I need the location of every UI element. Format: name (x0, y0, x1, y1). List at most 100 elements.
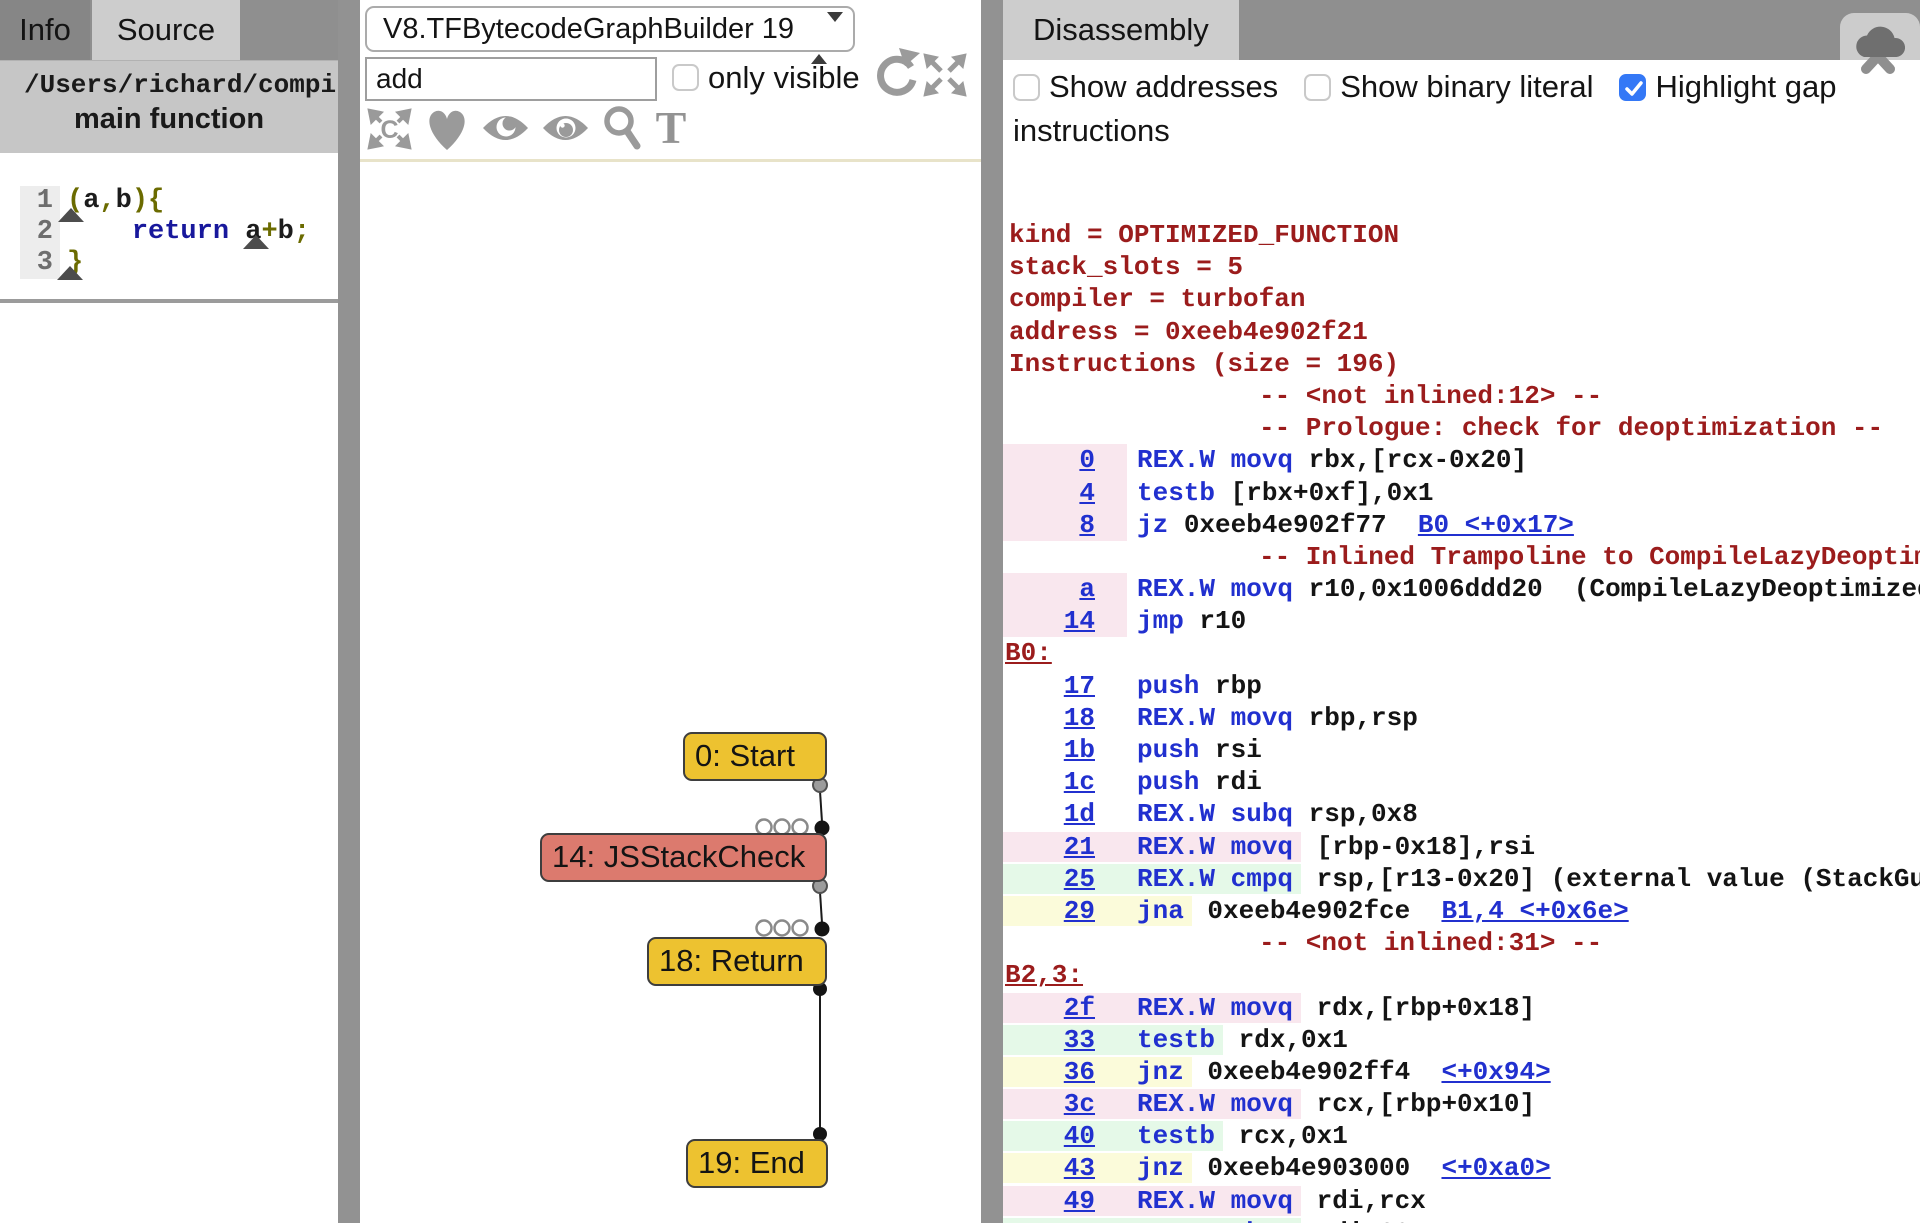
asm-line: 49REX.W movq rdi,rcx (1003, 1185, 1920, 1217)
reload-graph-icon[interactable] (872, 46, 920, 105)
toolbar-separator (360, 159, 981, 162)
block-label[interactable]: B0: (1003, 638, 1052, 668)
instruction-offset[interactable]: 0 (1079, 445, 1095, 475)
option-show-binary-literal[interactable]: Show binary literal (1304, 69, 1593, 104)
asm-line: 43jnz 0xeeb4e903000 <+0xa0> (1003, 1152, 1920, 1184)
asm-line: 17 push rbp (1003, 670, 1920, 702)
branch-target-link[interactable]: <+0xa0> (1441, 1153, 1550, 1183)
source-panel: Info Source /Users/richard/compil main f… (0, 0, 338, 1223)
instruction-offset[interactable]: 25 (1064, 864, 1095, 894)
source-header: /Users/richard/compil main function (0, 60, 338, 153)
graph-node-end[interactable]: 19: End (686, 1139, 828, 1188)
instruction-operands: [rbp-0x18],rsi (1301, 832, 1535, 862)
asm-line: stack_slots = 5 (1003, 251, 1920, 283)
source-function-label: main function (0, 103, 338, 136)
asm-line: B0: (1003, 637, 1920, 669)
instruction-offset[interactable]: 17 (1064, 671, 1095, 701)
toggle-types-icon[interactable]: T (655, 107, 687, 156)
instruction-operands: [rbx+0xf],0x1 (1215, 478, 1433, 508)
pane-resizer-left[interactable] (338, 0, 360, 1223)
instruction-mnemonic: REX.W movq (1137, 993, 1293, 1023)
graph-node-return[interactable]: 18: Return (647, 937, 827, 986)
phase-select[interactable]: V8.TFBytecodeGraphBuilder 19 (365, 6, 855, 52)
instruction-mnemonic: jmp (1137, 606, 1184, 636)
instruction-mnemonic: push (1137, 671, 1199, 701)
instruction-offset[interactable]: a (1079, 574, 1095, 604)
only-visible-checkbox[interactable] (672, 64, 699, 91)
source-view-divider (0, 299, 338, 303)
graph-node-jsstackcheck[interactable]: 14: JSStackCheck (540, 833, 827, 882)
asm-line: 8jz 0xeeb4e902f77 B0 <+0x17> (1003, 509, 1920, 541)
checkbox-icon[interactable] (1304, 74, 1331, 101)
checkbox-icon[interactable] (1619, 74, 1646, 101)
asm-line: 40testb rcx,0x1 (1003, 1120, 1920, 1152)
source-position-marker (57, 266, 83, 280)
instruction-offset[interactable]: 1d (1064, 799, 1095, 829)
right-tabbar: Disassembly (1003, 0, 1920, 60)
asm-line: 33testb rdx,0x1 (1003, 1024, 1920, 1056)
instruction-operands: rsp,0x8 (1293, 799, 1418, 829)
hide-unselected-icon[interactable] (542, 113, 589, 150)
instruction-operands: rdx,0x1 (1223, 1025, 1348, 1055)
instruction-operands: r10,0x1006ddd20 (CompileLazyDeoptimizedC… (1293, 574, 1920, 604)
instruction-offset[interactable]: 14 (1064, 606, 1095, 636)
instruction-offset[interactable]: 49 (1064, 1186, 1095, 1216)
zoom-selection-icon[interactable] (602, 106, 642, 157)
instruction-offset[interactable]: 29 (1064, 896, 1095, 926)
asm-line: 1cpush rdi (1003, 766, 1920, 798)
source-line-text: return a+b; (67, 217, 310, 248)
asm-line: compiler = turbofan (1003, 283, 1920, 315)
asm-line: address = 0xeeb4e902f21 (1003, 316, 1920, 348)
graph-edges (360, 0, 981, 1223)
instruction-mnemonic: REX.W movq (1137, 445, 1293, 475)
instruction-offset[interactable]: 36 (1064, 1057, 1095, 1087)
instruction-mnemonic: REX.W shrq (1137, 1218, 1293, 1223)
tab-info[interactable]: Info (0, 0, 90, 60)
pane-resizer-right[interactable] (981, 0, 1003, 1223)
instruction-offset[interactable]: 21 (1064, 832, 1095, 862)
instruction-operands: rdi,rcx (1301, 1186, 1426, 1216)
instruction-offset[interactable]: 43 (1064, 1153, 1095, 1183)
block-label[interactable]: B2,3: (1003, 960, 1083, 990)
option-show-addresses[interactable]: Show addresses (1013, 69, 1278, 104)
instruction-mnemonic: push (1137, 735, 1199, 765)
instruction-offset[interactable]: 3c (1064, 1089, 1095, 1119)
instruction-operands: 0xeeb4e902f77 (1168, 510, 1386, 540)
instruction-operands: rbx,[rcx-0x20] (1293, 445, 1527, 475)
expand-graph-icon[interactable] (921, 52, 969, 103)
instruction-offset[interactable]: 33 (1064, 1025, 1095, 1055)
asm-line: 4testb [rbx+0xf],0x1 (1003, 477, 1920, 509)
instruction-offset[interactable]: 2f (1064, 993, 1095, 1023)
hide-dead-icon[interactable] (482, 113, 529, 150)
line-number: 1 (20, 186, 60, 217)
branch-target-link[interactable]: B0 <+0x17> (1418, 510, 1574, 540)
graph-toolbar-icons: CT (367, 104, 687, 158)
asm-line: -- Prologue: check for deoptimization -- (1003, 412, 1920, 444)
instruction-offset[interactable]: 8 (1079, 510, 1095, 540)
instruction-operands: rbp (1199, 671, 1261, 701)
checkbox-icon[interactable] (1013, 74, 1040, 101)
node-search-input[interactable] (365, 57, 657, 101)
asm-line: -- <not inlined:12> -- (1003, 380, 1920, 412)
instruction-offset[interactable]: 1c (1064, 767, 1095, 797)
option-label: Show addresses (1049, 69, 1278, 104)
instruction-offset[interactable]: 40 (1064, 1121, 1095, 1151)
instruction-mnemonic: REX.W movq (1137, 703, 1293, 733)
option-label: instructions (1013, 109, 1920, 153)
phase-select-value: V8.TFBytecodeGraphBuilder 19 (383, 13, 794, 45)
instruction-offset[interactable]: 4c (1064, 1218, 1095, 1223)
graph-node-start[interactable]: 0: Start (683, 732, 827, 781)
relayout-icon[interactable]: C (367, 108, 412, 155)
left-tabbar: Info Source (0, 0, 338, 60)
show-all-icon[interactable] (425, 106, 469, 157)
tab-source[interactable]: Source (92, 0, 240, 60)
branch-target-link[interactable]: <+0x94> (1441, 1057, 1550, 1087)
branch-target-link[interactable]: B1,4 <+0x6e> (1441, 896, 1628, 926)
instruction-offset[interactable]: 18 (1064, 703, 1095, 733)
instruction-mnemonic: REX.W cmpq (1137, 864, 1293, 894)
asm-line: Instructions (size = 196) (1003, 348, 1920, 380)
instruction-offset[interactable]: 1b (1064, 735, 1095, 765)
asm-line: 0 REX.W movq rbx,[rcx-0x20] (1003, 444, 1920, 476)
instruction-offset[interactable]: 4 (1079, 478, 1095, 508)
tab-disassembly[interactable]: Disassembly (1003, 0, 1239, 60)
